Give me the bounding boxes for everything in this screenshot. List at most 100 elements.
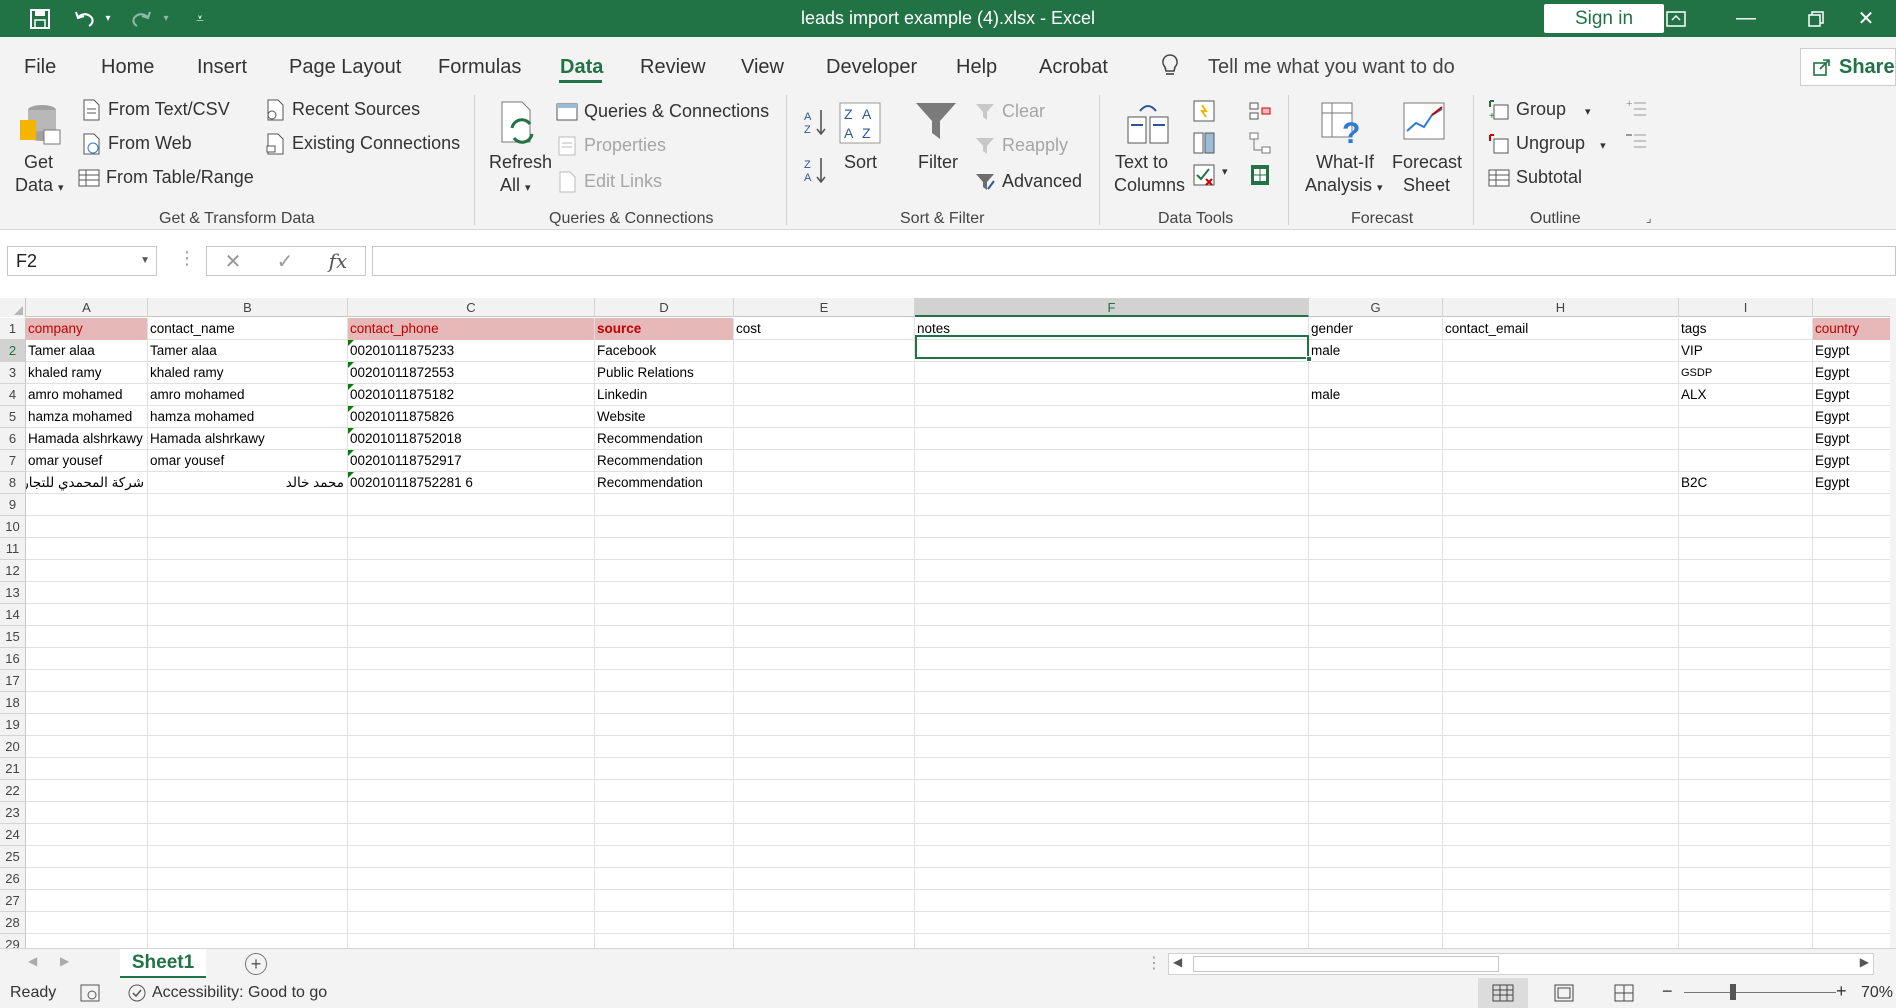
cell-d8[interactable]: Recommendation	[595, 472, 733, 494]
tab-view[interactable]: View	[741, 56, 784, 79]
cell-b3[interactable]: khaled ramy	[148, 362, 347, 384]
row-header-3[interactable]: 3	[0, 362, 26, 384]
text-to-columns-label-2[interactable]: Columns	[1114, 175, 1185, 196]
undo-dropdown-icon[interactable]: ▾	[100, 0, 116, 37]
tab-formulas[interactable]: Formulas	[438, 56, 521, 79]
flash-fill-icon[interactable]	[1192, 99, 1218, 125]
cell-j2[interactable]: Egypt	[1813, 340, 1895, 362]
cell-d3[interactable]: Public Relations	[595, 362, 733, 384]
enter-icon[interactable]: ✓	[277, 249, 294, 274]
row-header-17[interactable]: 17	[0, 670, 26, 692]
cell-e1[interactable]: cost	[734, 318, 914, 340]
column-header-a[interactable]: A	[26, 298, 148, 317]
recent-sources-button[interactable]: Recent Sources	[264, 99, 420, 121]
fill-handle[interactable]	[1306, 356, 1312, 362]
cell-a8[interactable]: شركة المحمدي للتجارة	[26, 472, 147, 494]
accessibility-icon[interactable]	[126, 983, 148, 1008]
insert-function-icon[interactable]: fx	[329, 249, 348, 273]
row-header-18[interactable]: 18	[0, 692, 26, 714]
cell-c7[interactable]: 002010118752917	[348, 450, 594, 472]
customize-toolbar-icon[interactable]: ⩡	[188, 0, 212, 37]
cell-b7[interactable]: omar yousef	[148, 450, 347, 472]
manage-data-model-icon[interactable]	[1248, 163, 1274, 189]
scroll-left-icon[interactable]: ◀	[28, 954, 37, 968]
cell-d7[interactable]: Recommendation	[595, 450, 733, 472]
hide-detail-icon[interactable]	[1626, 129, 1650, 153]
row-header-7[interactable]: 7	[0, 450, 26, 472]
cell-c5[interactable]: 00201011875826	[348, 406, 594, 428]
horizontal-scrollbar[interactable]: ◀ ▶	[1168, 953, 1874, 975]
normal-view-button[interactable]	[1478, 978, 1528, 1008]
column-header-j[interactable]	[1813, 298, 1896, 317]
edit-links-button[interactable]: Edit Links	[556, 171, 662, 193]
cancel-icon[interactable]: ✕	[225, 249, 242, 274]
cell-g2[interactable]: male	[1309, 340, 1442, 362]
cell-b6[interactable]: Hamada alshrkawy	[148, 428, 347, 450]
cell-a4[interactable]: amro mohamed	[26, 384, 147, 406]
undo-icon[interactable]	[68, 0, 102, 37]
column-header-g[interactable]: G	[1309, 298, 1443, 317]
zoom-out-icon[interactable]: −	[1662, 981, 1673, 1002]
column-header-f[interactable]: F	[915, 298, 1309, 317]
tab-help[interactable]: Help	[956, 56, 997, 79]
vertical-scrollbar[interactable]	[1890, 298, 1896, 948]
zoom-slider-thumb[interactable]	[1730, 984, 1736, 1000]
what-if-analysis-button[interactable]: Analysis ▾	[1305, 175, 1383, 196]
tab-acrobat[interactable]: Acrobat	[1039, 56, 1108, 79]
column-header-e[interactable]: E	[734, 298, 915, 317]
resize-handle-icon[interactable]: ⋮	[1146, 953, 1162, 973]
cell-c6[interactable]: 002010118752018	[348, 428, 594, 450]
tab-insert[interactable]: Insert	[197, 56, 247, 79]
row-header-24[interactable]: 24	[0, 824, 26, 846]
zoom-slider[interactable]	[1684, 992, 1836, 993]
page-layout-view-icon[interactable]	[1554, 984, 1574, 1007]
row-header-20[interactable]: 20	[0, 736, 26, 758]
formula-input[interactable]	[372, 246, 1896, 276]
cell-j1[interactable]: country	[1813, 318, 1895, 340]
group-button[interactable]: + Group ▾	[1488, 99, 1591, 121]
row-header-2[interactable]: 2	[0, 340, 26, 362]
active-cell-f2[interactable]	[915, 335, 1309, 359]
cell-i3[interactable]: GSDP	[1679, 362, 1812, 384]
name-box[interactable]: F2 ▼	[7, 246, 157, 276]
row-header-5[interactable]: 5	[0, 406, 26, 428]
scroll-left-arrow-icon[interactable]: ◀	[1173, 955, 1182, 969]
forecast-sheet-label-1[interactable]: Forecast	[1392, 152, 1462, 173]
row-header-14[interactable]: 14	[0, 604, 26, 626]
tab-home[interactable]: Home	[101, 56, 154, 79]
sort-z-to-a-icon[interactable]: ZA	[802, 155, 846, 199]
consolidate-icon[interactable]	[1248, 99, 1274, 125]
column-header-i[interactable]: I	[1679, 298, 1813, 317]
cell-b4[interactable]: amro mohamed	[148, 384, 347, 406]
minimize-icon[interactable]: —	[1716, 0, 1776, 37]
cell-d2[interactable]: Facebook	[595, 340, 733, 362]
refresh-all-button[interactable]: All ▾	[500, 175, 531, 196]
select-all-button[interactable]	[0, 298, 26, 317]
cell-j6[interactable]: Egypt	[1813, 428, 1895, 450]
zoom-level[interactable]: 70%	[1861, 984, 1893, 1002]
scroll-right-arrow-icon[interactable]: ▶	[1860, 955, 1869, 969]
cell-i4[interactable]: ALX	[1679, 384, 1812, 406]
cell-c8[interactable]: 002010118752281 6	[348, 472, 594, 494]
tell-me-search[interactable]: Tell me what you want to do	[1208, 56, 1455, 79]
close-icon[interactable]: ✕	[1836, 0, 1896, 37]
ribbon-display-options-icon[interactable]	[1646, 0, 1706, 37]
tab-review[interactable]: Review	[640, 56, 706, 79]
ungroup-button[interactable]: Ungroup ▾	[1488, 133, 1606, 155]
row-header-23[interactable]: 23	[0, 802, 26, 824]
cell-i8[interactable]: B2C	[1679, 472, 1812, 494]
row-header-4[interactable]: 4	[0, 384, 26, 406]
cell-c1[interactable]: contact_phone	[348, 318, 594, 340]
filter-button[interactable]: Filter	[918, 152, 958, 173]
cell-a3[interactable]: khaled ramy	[26, 362, 147, 384]
cell-j4[interactable]: Egypt	[1813, 384, 1895, 406]
from-table-range-button[interactable]: From Table/Range	[78, 167, 254, 189]
zoom-in-icon[interactable]: +	[1836, 981, 1847, 1002]
cell-a1[interactable]: company	[26, 318, 147, 340]
macro-recording-icon[interactable]	[80, 983, 102, 1008]
worksheet-grid[interactable]: ABCDEFGHI 1 2 3 4 5 6 7 8 9 10 11 12 13 14 15 16 17 18 19 2…	[0, 298, 1896, 948]
horizontal-scroll-thumb[interactable]	[1193, 956, 1499, 972]
cell-b1[interactable]: contact_name	[148, 318, 347, 340]
page-break-preview-icon[interactable]	[1614, 984, 1634, 1007]
row-header-9[interactable]: 9	[0, 494, 26, 516]
